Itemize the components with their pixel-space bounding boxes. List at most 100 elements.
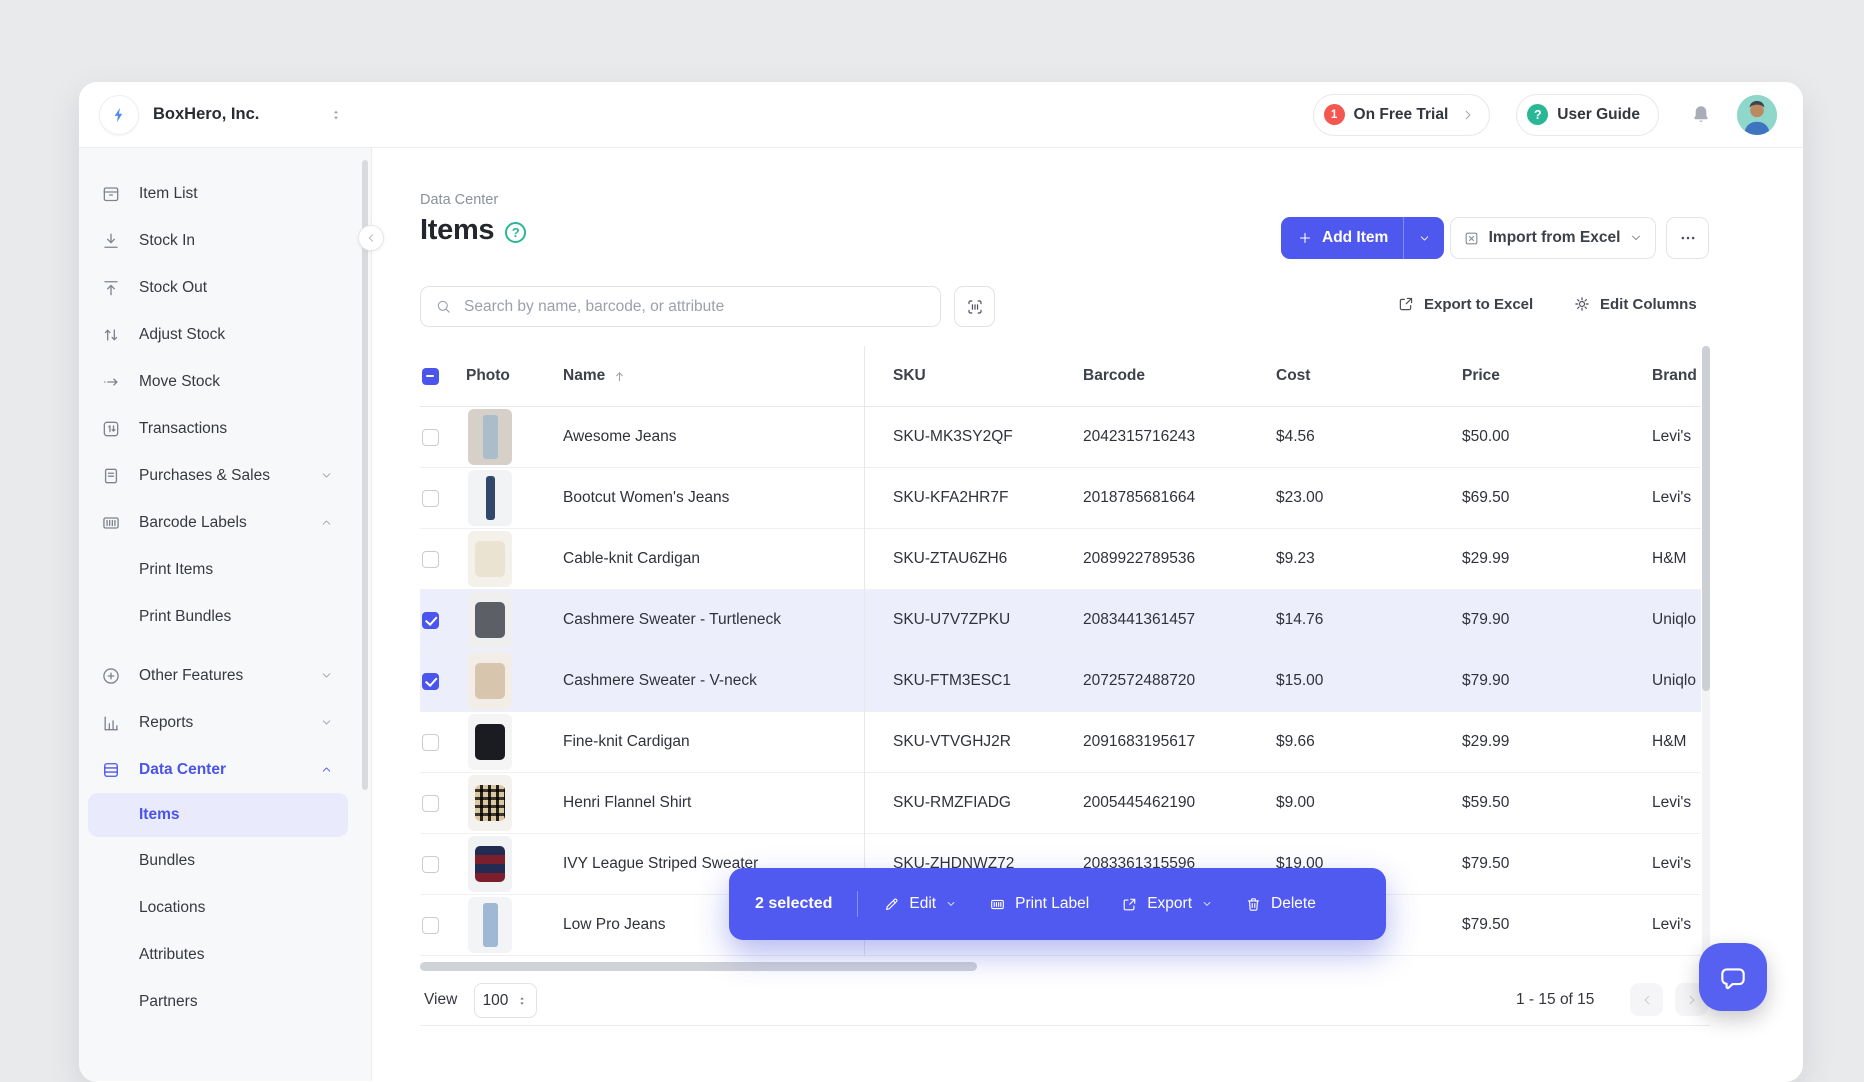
sidebar-item-locations[interactable]: Locations (79, 884, 371, 931)
sidebar-item-attributes[interactable]: Attributes (79, 931, 371, 978)
app-window: BoxHero, Inc. 1 On Free Trial ? User Gui… (79, 82, 1803, 1082)
edit-columns-button[interactable]: Edit Columns (1573, 295, 1697, 313)
column-header-name[interactable]: Name (563, 367, 893, 385)
cell-barcode: 2042315716243 (1083, 428, 1276, 446)
sidebar-item-label: Move Stock (139, 373, 220, 391)
export-icon (1121, 896, 1138, 913)
table-header: Photo Name SKU Barcode Cost Price Brand (420, 346, 1701, 407)
column-header-brand[interactable]: Brand (1652, 367, 1701, 385)
column-header-price[interactable]: Price (1462, 367, 1652, 385)
column-header-barcode[interactable]: Barcode (1083, 367, 1276, 385)
gear-icon (1573, 295, 1591, 313)
transactions-icon (101, 419, 121, 439)
sidebar-item-print-bundles[interactable]: Print Bundles (79, 593, 371, 640)
sidebar-item-bundles[interactable]: Bundles (79, 837, 371, 884)
vertical-scrollbar-thumb[interactable] (1702, 346, 1710, 691)
selection-action-bar: 2 selected Edit Print Label Export (729, 868, 1386, 940)
row-checkbox[interactable] (422, 673, 439, 690)
plus-circle-icon (101, 666, 121, 686)
edit-button[interactable]: Edit (883, 895, 957, 913)
column-header-sku[interactable]: SKU (893, 367, 1083, 385)
row-checkbox[interactable] (422, 734, 439, 751)
sidebar-item-label: Data Center (139, 761, 226, 779)
sidebar-item-partners[interactable]: Partners (79, 978, 371, 1025)
cell-barcode: 2018785681664 (1083, 489, 1276, 507)
plus-icon (1297, 230, 1313, 246)
search-input[interactable] (462, 297, 928, 317)
sidebar-item-items[interactable]: Items (88, 793, 348, 837)
export-button[interactable]: Export (1121, 895, 1213, 913)
export-to-excel-button[interactable]: Export to Excel (1397, 295, 1533, 313)
sidebar-item-barcode-labels[interactable]: Barcode Labels (79, 499, 371, 546)
sidebar-item-data-center[interactable]: Data Center (79, 746, 371, 793)
row-checkbox[interactable] (422, 551, 439, 568)
page-size-select[interactable]: 100 (474, 983, 537, 1018)
row-checkbox[interactable] (422, 612, 439, 629)
company-switcher-icon[interactable] (329, 108, 343, 122)
help-icon[interactable]: ? (505, 222, 526, 243)
notifications-bell-icon[interactable] (1689, 103, 1713, 127)
cell-name: Awesome Jeans (563, 428, 893, 446)
table-row[interactable]: Cashmere Sweater - Turtleneck SKU-U7V7ZP… (420, 590, 1701, 651)
sidebar-item-adjust-stock[interactable]: Adjust Stock (79, 311, 371, 358)
sidebar-item-label: Barcode Labels (139, 514, 247, 532)
trial-badge: 1 (1324, 104, 1345, 125)
user-guide-button[interactable]: ? User Guide (1516, 94, 1659, 136)
table-row[interactable]: Bootcut Women's Jeans SKU-KFA2HR7F 20187… (420, 468, 1701, 529)
sidebar-scrollbar[interactable] (362, 160, 368, 790)
select-all-checkbox[interactable] (422, 368, 439, 385)
add-item-dropdown[interactable] (1404, 217, 1444, 259)
more-options-button[interactable] (1666, 217, 1709, 259)
chevron-left-icon (1640, 993, 1654, 1007)
sidebar-item-stock-out[interactable]: Stock Out (79, 264, 371, 311)
cell-sku: SKU-KFA2HR7F (893, 489, 1083, 507)
table-row[interactable]: Fine-knit Cardigan SKU-VTVGHJ2R 20916831… (420, 712, 1701, 773)
excel-icon (1463, 230, 1480, 247)
main-content: Data Center Items ? Add Item Import from… (372, 148, 1803, 1081)
cell-name: Cashmere Sweater - V-neck (563, 672, 893, 690)
print-label-button[interactable]: Print Label (989, 895, 1089, 913)
sidebar-item-purchases-sales[interactable]: Purchases & Sales (79, 452, 371, 499)
row-checkbox[interactable] (422, 917, 439, 934)
sidebar-item-label: Transactions (139, 420, 227, 438)
cell-barcode: 2089922789536 (1083, 550, 1276, 568)
import-from-excel-button[interactable]: Import from Excel (1450, 217, 1656, 259)
item-photo (468, 470, 512, 526)
sidebar-item-stock-in[interactable]: Stock In (79, 217, 371, 264)
table-row[interactable]: Cashmere Sweater - V-neck SKU-FTM3ESC1 2… (420, 651, 1701, 712)
previous-page-button[interactable] (1630, 983, 1663, 1016)
free-trial-button[interactable]: 1 On Free Trial (1313, 94, 1491, 136)
barcode-scan-button[interactable] (954, 286, 995, 327)
cell-brand: Levi's (1652, 428, 1701, 446)
table-row[interactable]: Henri Flannel Shirt SKU-RMZFIADG 2005445… (420, 773, 1701, 834)
sidebar-item-move-stock[interactable]: Move Stock (79, 358, 371, 405)
cell-brand: H&M (1652, 733, 1701, 751)
table-row[interactable]: Cable-knit Cardigan SKU-ZTAU6ZH6 2089922… (420, 529, 1701, 590)
sidebar-item-print-items[interactable]: Print Items (79, 546, 371, 593)
footer-divider (420, 1025, 1710, 1026)
row-checkbox[interactable] (422, 429, 439, 446)
horizontal-scrollbar-thumb[interactable] (420, 962, 977, 971)
sidebar-collapse-button[interactable] (358, 225, 384, 251)
sidebar-item-transactions[interactable]: Transactions (79, 405, 371, 452)
sidebar-item-label: Item List (139, 185, 198, 203)
add-item-button[interactable]: Add Item (1281, 217, 1444, 259)
lightning-bolt-icon (110, 106, 128, 124)
cell-cost: $14.76 (1276, 611, 1462, 629)
row-checkbox[interactable] (422, 856, 439, 873)
column-header-cost[interactable]: Cost (1276, 367, 1462, 385)
user-avatar[interactable] (1737, 95, 1777, 135)
table-row[interactable]: Awesome Jeans SKU-MK3SY2QF 2042315716243… (420, 407, 1701, 468)
cell-name: Henri Flannel Shirt (563, 794, 893, 812)
sidebar-item-other-features[interactable]: Other Features (79, 652, 371, 699)
sidebar-item-reports[interactable]: Reports (79, 699, 371, 746)
barcode-icon (101, 513, 121, 533)
row-checkbox[interactable] (422, 795, 439, 812)
cell-sku: SKU-ZTAU6ZH6 (893, 550, 1083, 568)
cell-price: $69.50 (1462, 489, 1652, 507)
delete-button[interactable]: Delete (1245, 895, 1316, 913)
row-checkbox[interactable] (422, 490, 439, 507)
sidebar-item-item-list[interactable]: Item List (79, 170, 371, 217)
breadcrumb: Data Center (420, 192, 498, 208)
chat-launcher-button[interactable] (1699, 943, 1767, 1011)
